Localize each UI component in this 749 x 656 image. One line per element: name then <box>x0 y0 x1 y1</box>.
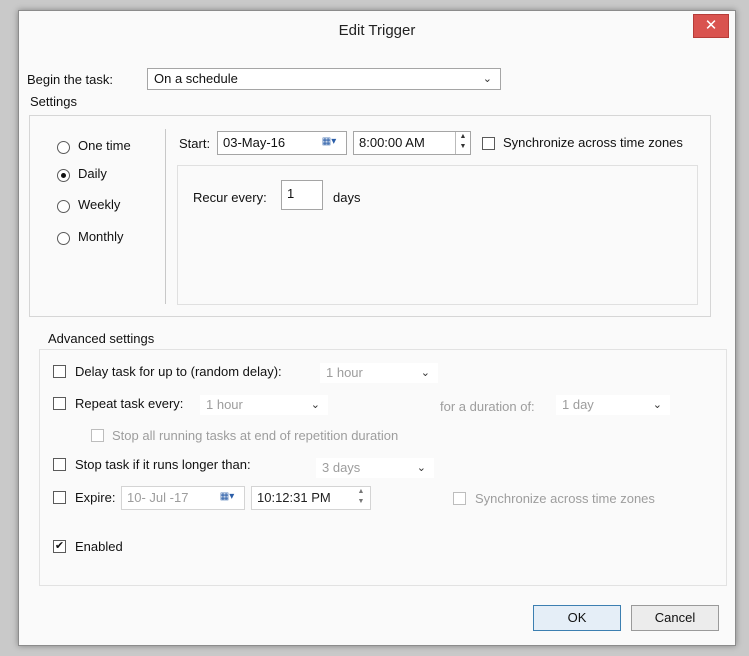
begin-task-select[interactable]: On a schedule ⌄ <box>147 68 501 90</box>
recur-unit-label: days <box>333 190 361 205</box>
stop-if-longer-label: Stop task if it runs longer than: <box>75 457 251 472</box>
monthly-label: Monthly <box>78 229 124 244</box>
recur-every-input[interactable]: 1 <box>281 180 323 210</box>
delay-task-checkbox[interactable] <box>53 365 66 378</box>
advanced-settings-header: Advanced settings <box>48 331 155 346</box>
repeat-task-label: Repeat task every: <box>75 396 184 411</box>
stop-after-select[interactable]: 3 days ⌄ <box>315 457 435 479</box>
expire-checkbox[interactable] <box>53 491 66 504</box>
repeat-interval-value: 1 hour <box>206 397 243 412</box>
chevron-down-icon: ⌄ <box>482 73 492 85</box>
enabled-checkbox[interactable]: ✔ <box>53 540 66 553</box>
recur-every-label: Recur every: <box>193 190 267 205</box>
close-button[interactable]: ✕ <box>693 14 729 38</box>
enabled-label: Enabled <box>75 539 123 554</box>
expire-time-field[interactable]: 10:12:31 PM ▲ ▼ <box>251 486 371 510</box>
delay-select[interactable]: 1 hour ⌄ <box>319 362 439 384</box>
delay-value: 1 hour <box>326 365 363 380</box>
one-time-label: One time <box>78 138 131 153</box>
chevron-down-icon: ⌄ <box>310 399 320 411</box>
ok-button[interactable]: OK <box>533 605 621 631</box>
expire-time-value: 10:12:31 PM <box>257 490 331 505</box>
start-date-value: 03-May-16 <box>223 135 286 150</box>
expire-label: Expire: <box>75 490 116 505</box>
calendar-icon[interactable]: ▦▾ <box>314 132 344 154</box>
expire-sync-label: Synchronize across time zones <box>475 491 655 506</box>
sync-time-zones-label: Synchronize across time zones <box>503 135 683 150</box>
daily-label: Daily <box>78 166 107 181</box>
repeat-task-checkbox[interactable] <box>53 397 66 410</box>
chevron-down-icon: ⌄ <box>420 367 430 379</box>
chevron-down-icon: ⌄ <box>652 399 662 411</box>
time-spinner-icon[interactable]: ▲ ▼ <box>455 132 470 154</box>
chevron-down-icon: ⌄ <box>416 462 426 474</box>
sync-time-zones-checkbox[interactable] <box>482 137 495 150</box>
start-time-field[interactable]: 8:00:00 AM ▲ ▼ <box>353 131 471 155</box>
calendar-icon[interactable]: ▦▾ <box>212 487 242 509</box>
duration-label: for a duration of: <box>440 399 535 414</box>
settings-divider <box>165 129 166 304</box>
recurrence-panel <box>177 165 698 305</box>
stop-all-tasks-checkbox[interactable] <box>91 429 104 442</box>
edit-trigger-dialog: Edit Trigger ✕ Begin the task: On a sche… <box>18 10 736 646</box>
title-bar: Edit Trigger ✕ <box>19 11 735 49</box>
weekly-label: Weekly <box>78 197 121 212</box>
repeat-interval-select[interactable]: 1 hour ⌄ <box>199 394 329 416</box>
expire-date-picker[interactable]: 10- Jul -17 ▦▾ <box>121 486 245 510</box>
weekly-radio[interactable] <box>57 200 70 213</box>
start-date-picker[interactable]: 03-May-16 ▦▾ <box>217 131 347 155</box>
one-time-radio[interactable] <box>57 141 70 154</box>
duration-value: 1 day <box>562 397 594 412</box>
stop-if-longer-checkbox[interactable] <box>53 458 66 471</box>
daily-radio[interactable] <box>57 169 70 182</box>
duration-select[interactable]: 1 day ⌄ <box>555 394 671 416</box>
expire-sync-checkbox[interactable] <box>453 492 466 505</box>
begin-task-label: Begin the task: <box>27 72 113 87</box>
monthly-radio[interactable] <box>57 232 70 245</box>
begin-task-value: On a schedule <box>154 71 238 86</box>
cancel-button[interactable]: Cancel <box>631 605 719 631</box>
start-time-value: 8:00:00 AM <box>359 135 425 150</box>
stop-all-tasks-label: Stop all running tasks at end of repetit… <box>112 428 399 443</box>
expire-date-value: 10- Jul -17 <box>127 490 189 505</box>
settings-header: Settings <box>30 94 77 109</box>
delay-task-label: Delay task for up to (random delay): <box>75 364 282 379</box>
dialog-title: Edit Trigger <box>338 22 416 39</box>
time-spinner-icon[interactable]: ▲ ▼ <box>354 487 368 509</box>
stop-after-value: 3 days <box>322 460 361 475</box>
start-label: Start: <box>179 136 211 151</box>
